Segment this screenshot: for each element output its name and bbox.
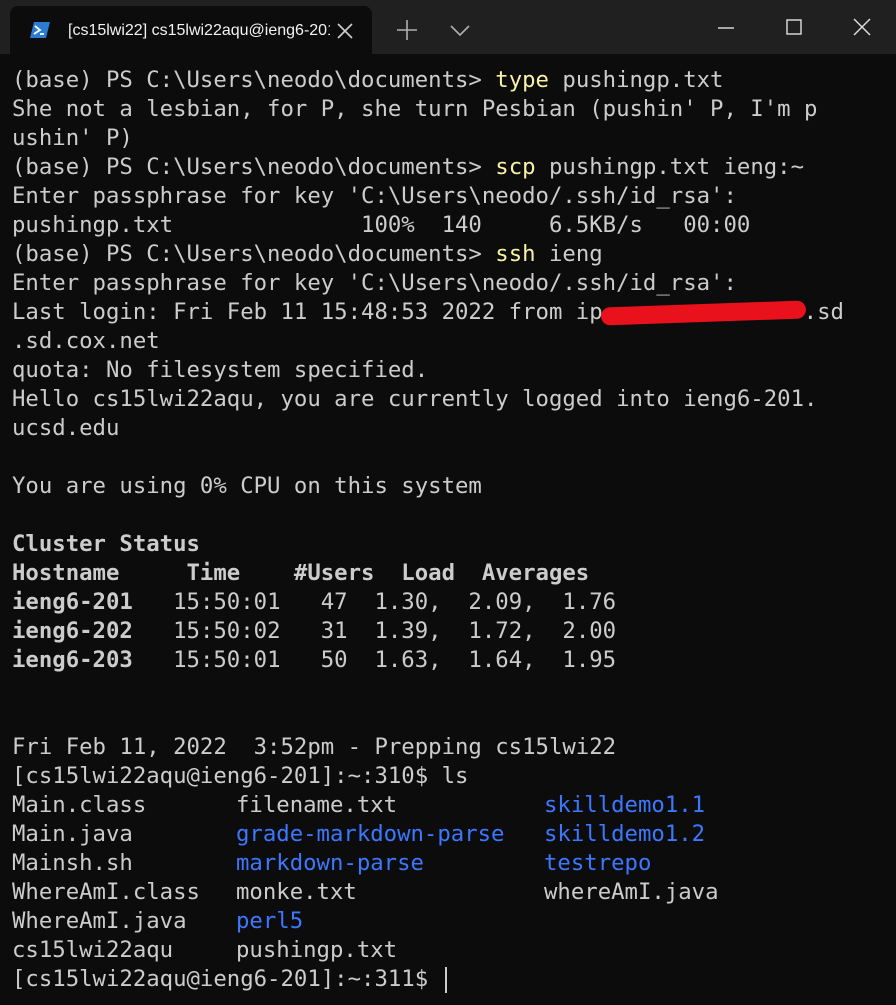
ps-prompt: (base) PS C:\Users\neodo\documents> xyxy=(12,241,496,267)
command-keyword: scp xyxy=(495,154,536,180)
ls-directory: skilldemo1.1 xyxy=(544,792,706,818)
last-login-text: Last login: Fri Feb 11 15:48:53 2022 fro… xyxy=(12,299,603,325)
terminal-line: Hello cs15lwi22aqu, you are currently lo… xyxy=(12,386,818,412)
terminal-line: pushingp.txt 100% 140 6.5KB/s 00:00 xyxy=(12,212,751,238)
terminal-line: [cs15lwi22aqu@ieng6-201]:~:310$ ls xyxy=(12,763,469,789)
title-bar: [cs15lwi22] cs15lwi22aqu@ieng6-201:~ xyxy=(0,0,896,54)
ls-row: cs15lwi22aqu pushingp.txt xyxy=(12,936,886,965)
cluster-status-title: Cluster Status xyxy=(12,531,200,557)
cluster-host: ieng6-202 xyxy=(12,618,133,644)
ls-row: WhereAmI.class monke.txt whereAmI.java xyxy=(12,878,886,907)
text-cursor xyxy=(444,966,447,993)
ls-file: pushingp.txt xyxy=(236,937,398,963)
terminal-line: (base) PS C:\Users\neodo\documents> ssh … xyxy=(12,240,886,269)
tab-title: [cs15lwi22] cs15lwi22aqu@ieng6-201:~ xyxy=(68,22,330,39)
ls-file: WhereAmI.class xyxy=(12,879,200,905)
cluster-row: ieng6-203 15:50:01 50 1.63, 1.64, 1.95 xyxy=(12,646,886,675)
terminal-line: Last login: Fri Feb 11 15:48:53 2022 fro… xyxy=(12,298,886,327)
close-icon xyxy=(853,18,871,36)
window-close-button[interactable] xyxy=(828,0,896,54)
command-args: pushingp.txt ieng:~ xyxy=(535,154,805,180)
ls-file: Main.class xyxy=(12,792,147,818)
terminal-line: You are using 0% CPU on this system xyxy=(12,473,482,499)
command-args: ieng xyxy=(535,241,603,267)
maximize-button[interactable] xyxy=(760,0,828,54)
ps-prompt: (base) PS C:\Users\neodo\documents> xyxy=(12,154,496,180)
last-login-suffix: .sd xyxy=(803,299,844,325)
command-keyword: ssh xyxy=(495,241,536,267)
terminal-line: ushin' P) xyxy=(12,125,133,151)
ls-directory: perl5 xyxy=(236,908,304,934)
ps-prompt: (base) PS C:\Users\neodo\documents> xyxy=(12,67,496,93)
terminal-line: Enter passphrase for key 'C:\Users\neodo… xyxy=(12,270,737,296)
chevron-down-icon[interactable] xyxy=(446,17,474,43)
ls-file: Mainsh.sh xyxy=(12,850,133,876)
terminal-tab[interactable]: [cs15lwi22] cs15lwi22aqu@ieng6-201:~ xyxy=(10,6,372,54)
terminal-line: She not a lesbian, for P, she turn Pesbi… xyxy=(12,96,818,122)
ls-file: monke.txt xyxy=(236,879,357,905)
ls-directory: skilldemo1.2 xyxy=(544,821,706,847)
terminal-line: quota: No filesystem specified. xyxy=(12,357,429,383)
shell-prompt: [cs15lwi22aqu@ieng6-201]:~:311$ xyxy=(12,966,442,992)
ls-file: Main.java xyxy=(12,821,133,847)
close-icon[interactable] xyxy=(334,20,356,42)
ls-row: Mainsh.sh markdown-parse testrepo xyxy=(12,849,886,878)
ls-file: filename.txt xyxy=(236,792,398,818)
terminal-line: .sd.cox.net xyxy=(12,328,160,354)
ls-file: whereAmI.java xyxy=(544,879,719,905)
ls-directory: grade-markdown-parse xyxy=(236,821,505,847)
cluster-stats: 15:50:01 50 1.63, 1.64, 1.95 xyxy=(132,647,617,673)
ls-directory: testrepo xyxy=(544,850,652,876)
ls-row: Main.class filename.txt skilldemo1.1 xyxy=(12,791,886,820)
ls-file: cs15lwi22aqu xyxy=(12,937,174,963)
minimize-icon xyxy=(718,27,734,29)
cluster-row: ieng6-201 15:50:01 47 1.30, 2.09, 1.76 xyxy=(12,588,886,617)
terminal-line: Enter passphrase for key 'C:\Users\neodo… xyxy=(12,183,737,209)
ls-row: Main.java grade-markdown-parse skilldemo1.… xyxy=(12,820,886,849)
ls-directory: markdown-parse xyxy=(236,850,424,876)
maximize-icon xyxy=(786,19,802,35)
cluster-status-header: Hostname Time #Users Load Averages xyxy=(12,560,590,586)
minimize-button[interactable] xyxy=(692,0,760,54)
ls-row: WhereAmI.java perl5 xyxy=(12,907,886,936)
terminal-line[interactable]: [cs15lwi22aqu@ieng6-201]:~:311$ xyxy=(12,965,886,994)
terminal-line: Fri Feb 11, 2022 3:52pm - Prepping cs15l… xyxy=(12,734,617,760)
cluster-stats: 15:50:02 31 1.39, 1.72, 2.00 xyxy=(132,618,617,644)
terminal-line: (base) PS C:\Users\neodo\documents> type… xyxy=(12,66,886,95)
terminal-line: ucsd.edu xyxy=(12,415,120,441)
ls-file: WhereAmI.java xyxy=(12,908,187,934)
terminal-output[interactable]: (base) PS C:\Users\neodo\documents> type… xyxy=(12,66,886,1001)
cluster-stats: 15:50:01 47 1.30, 2.09, 1.76 xyxy=(132,589,617,615)
cluster-host: ieng6-201 xyxy=(12,589,133,615)
powershell-icon xyxy=(30,20,50,40)
command-args: pushingp.txt xyxy=(548,67,724,93)
cluster-host: ieng6-203 xyxy=(12,647,133,673)
redaction-scribble xyxy=(600,299,806,326)
command-keyword: type xyxy=(495,67,549,93)
terminal-line: (base) PS C:\Users\neodo\documents> scp … xyxy=(12,153,886,182)
plus-icon[interactable] xyxy=(394,17,420,43)
cluster-row: ieng6-202 15:50:02 31 1.39, 1.72, 2.00 xyxy=(12,617,886,646)
